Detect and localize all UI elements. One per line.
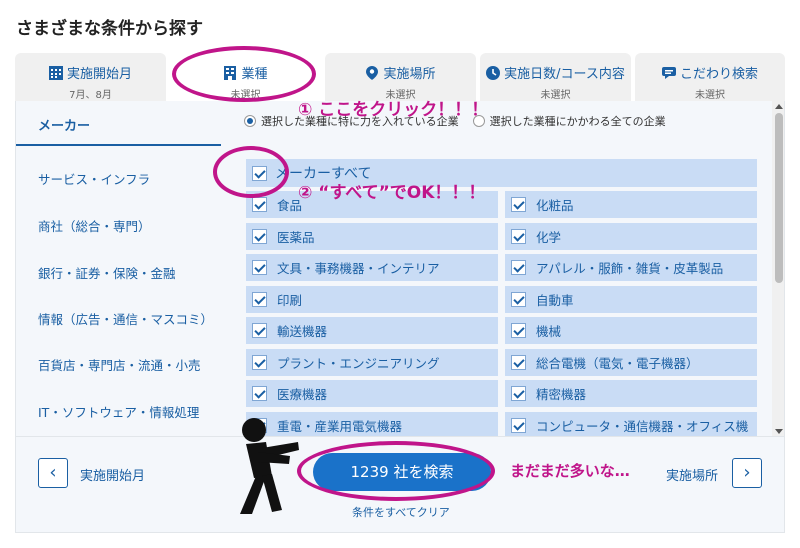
highlight-ring-tab xyxy=(172,46,316,102)
category-item[interactable]: 百貨店・専門店・流通・小売 xyxy=(38,355,201,374)
category-item[interactable]: 情報（広告・通信・マスコミ） xyxy=(38,309,213,328)
industry-checkbox-item[interactable]: 化粧品 xyxy=(505,191,757,218)
page-title: さまざまな条件から探す xyxy=(16,19,203,39)
industry-panel: メーカー サービス・インフラ 商社（総合・専門） 銀行・証券・保険・金融 情報（… xyxy=(15,101,785,437)
annotation-step2: ② “すべて”でOK！！！ xyxy=(298,183,486,203)
industry-label: アパレル・服飾・雑貨・皮革製品 xyxy=(536,261,724,276)
industry-label: 医薬品 xyxy=(277,230,315,245)
tab-label: 実施開始月 xyxy=(66,67,132,82)
industry-label: 精密機器 xyxy=(536,387,587,402)
tab-duration-course[interactable]: 実施日数/コース内容 未選択 xyxy=(480,53,631,101)
checkbox[interactable] xyxy=(252,292,267,307)
industry-checkbox-item[interactable]: 化学 xyxy=(505,223,757,250)
scroll-up-icon[interactable] xyxy=(775,104,783,109)
tab-label: 実施場所 xyxy=(383,67,436,82)
tab-detail-search[interactable]: こだわり検索 未選択 xyxy=(635,53,785,101)
category-item[interactable]: 銀行・証券・保険・金融 xyxy=(38,263,176,282)
industry-checkbox-item[interactable]: 文具・事務機器・インテリア xyxy=(246,254,498,281)
radio-label: 選択した業種にかかわる全ての企業 xyxy=(489,115,666,128)
prev-tab-label[interactable]: 実施開始月 xyxy=(80,465,145,484)
industry-label: プラント・エンジニアリング xyxy=(277,356,440,371)
industry-checkbox-item[interactable]: 総合電機（電気・電子機器） xyxy=(505,349,757,376)
industry-checkbox-item[interactable]: 精密機器 xyxy=(505,380,757,407)
checkbox[interactable] xyxy=(252,323,267,338)
checkbox[interactable] xyxy=(511,229,526,244)
clear-conditions-link[interactable]: 条件をすべてクリア xyxy=(352,504,450,520)
checkbox[interactable] xyxy=(511,386,526,401)
scrollbar[interactable] xyxy=(772,101,784,436)
industry-checkbox-item[interactable]: 印刷 xyxy=(246,286,498,313)
checkbox[interactable] xyxy=(511,197,526,212)
checkbox[interactable] xyxy=(252,229,267,244)
industry-label: コンピュータ・通信機器・オフィス機 xyxy=(536,419,749,434)
category-item[interactable]: IT・ソフトウェア・情報処理 xyxy=(38,402,199,421)
chevron-right-icon: › xyxy=(743,462,751,483)
tab-label: こだわり検索 xyxy=(679,67,758,82)
calendar-grid-icon xyxy=(48,65,63,80)
prev-tab-button[interactable]: ‹ xyxy=(38,458,68,488)
checkbox[interactable] xyxy=(252,355,267,370)
checkbox[interactable] xyxy=(511,260,526,275)
checkbox[interactable] xyxy=(511,418,526,433)
checkbox[interactable] xyxy=(252,386,267,401)
industry-checkbox-item[interactable]: コンピュータ・通信機器・オフィス機 xyxy=(505,412,757,436)
condition-tabs: 実施開始月 7月、8月 業種 未選択 実施場所 未選択 実施日数/コース内容 未… xyxy=(15,53,785,103)
clock-icon xyxy=(486,65,501,80)
checkbox[interactable] xyxy=(511,292,526,307)
highlight-ring-select-all xyxy=(213,146,289,198)
industry-label: 総合電機（電気・電子機器） xyxy=(536,356,699,371)
next-tab-label[interactable]: 実施場所 xyxy=(666,465,718,484)
zombie-figure-icon xyxy=(240,418,299,514)
checkbox[interactable] xyxy=(511,355,526,370)
industry-checkbox-item[interactable]: 自動車 xyxy=(505,286,757,313)
tab-start-month[interactable]: 実施開始月 7月、8月 xyxy=(15,53,166,101)
checkbox[interactable] xyxy=(252,260,267,275)
tab-sub: 未選択 xyxy=(695,90,725,101)
industry-checkbox-item[interactable]: 機械 xyxy=(505,317,757,344)
chat-bubble-icon xyxy=(661,66,676,79)
industry-label: 化粧品 xyxy=(536,198,574,213)
chevron-left-icon: ‹ xyxy=(49,462,57,483)
highlight-ring-search xyxy=(297,441,495,501)
industry-checkbox-item[interactable]: 医薬品 xyxy=(246,223,498,250)
annotation-step1: ① ここをクリック！！！ xyxy=(298,100,489,120)
radio-button[interactable] xyxy=(244,115,256,127)
scroll-down-icon[interactable] xyxy=(775,429,783,434)
industry-label: 機械 xyxy=(536,324,562,339)
industry-checkbox-item[interactable]: プラント・エンジニアリング xyxy=(246,349,498,376)
industry-label: 文具・事務機器・インテリア xyxy=(277,261,440,276)
scrollbar-thumb[interactable] xyxy=(775,113,783,283)
checkbox[interactable] xyxy=(252,197,267,212)
industry-checkbox-item[interactable]: 医療機器 xyxy=(246,380,498,407)
tab-sub: 7月、8月 xyxy=(69,90,112,101)
tab-location[interactable]: 実施場所 未選択 xyxy=(325,53,476,101)
category-item[interactable]: 商社（総合・専門） xyxy=(38,216,151,235)
industry-label: 医療機器 xyxy=(277,387,328,402)
category-item[interactable]: サービス・インフラ xyxy=(38,169,150,188)
industry-checkbox-item[interactable]: 輸送機器 xyxy=(246,317,498,344)
filter-radio-all[interactable]: 選択した業種にかかわる全ての企業 xyxy=(472,113,666,129)
next-tab-button[interactable]: › xyxy=(732,458,762,488)
industry-checkbox-item[interactable]: アパレル・服飾・雑貨・皮革製品 xyxy=(505,254,757,281)
category-active[interactable]: メーカー xyxy=(16,115,221,146)
industry-label: 輸送機器 xyxy=(277,324,328,339)
industry-label: 化学 xyxy=(536,230,562,245)
industry-label: 自動車 xyxy=(536,293,574,308)
annotation-comment: まだまだ多いな… xyxy=(510,462,630,480)
checkbox[interactable] xyxy=(511,323,526,338)
tab-sub: 未選択 xyxy=(540,90,571,101)
map-pin-icon xyxy=(366,65,379,80)
tab-label: 実施日数/コース内容 xyxy=(504,67,625,82)
industry-label: 印刷 xyxy=(277,293,303,308)
